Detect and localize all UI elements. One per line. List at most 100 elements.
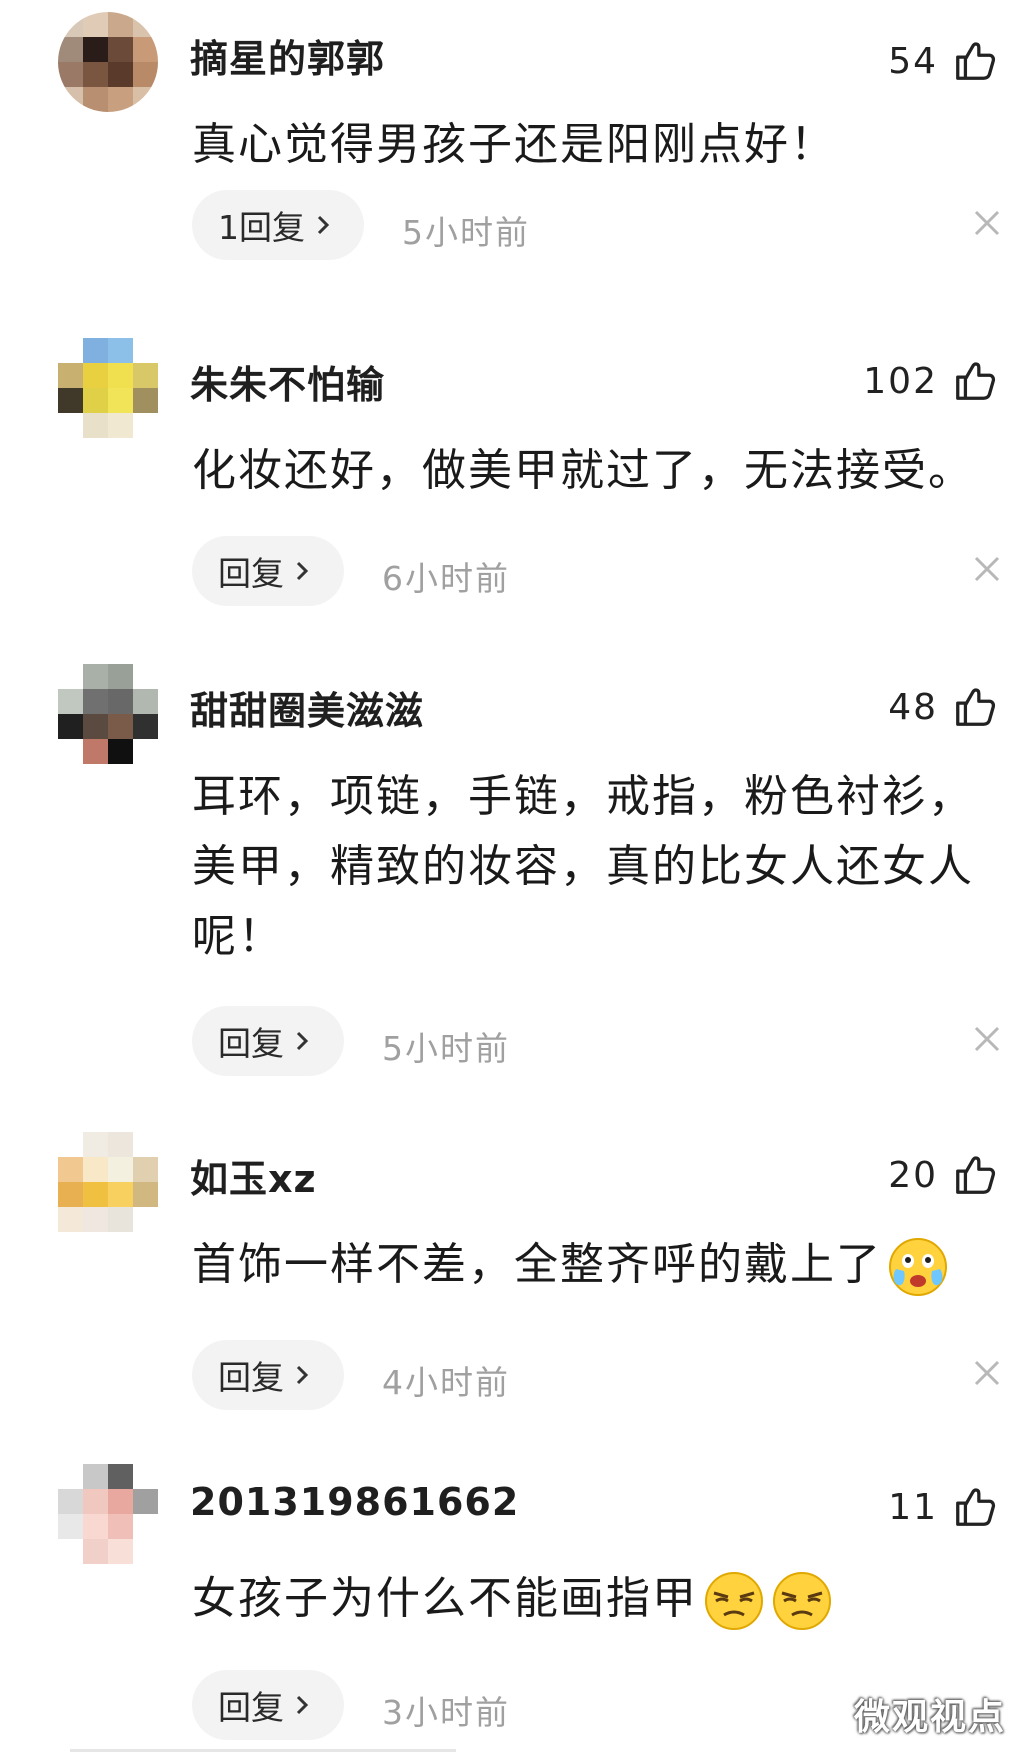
avatar-pixel: [133, 1132, 158, 1157]
avatar-pixel: [58, 1182, 83, 1207]
close-icon[interactable]: [972, 1358, 1002, 1388]
reply-button[interactable]: 1回复: [192, 190, 364, 260]
avatar-pixel: [108, 1157, 133, 1182]
timestamp: 6小时前: [382, 559, 510, 598]
username[interactable]: 201319861662: [190, 1480, 519, 1524]
avatar-pixel: [108, 37, 133, 62]
avatar-pixel: [133, 363, 158, 388]
username[interactable]: 甜甜圈美滋滋: [190, 680, 424, 735]
avatar-pixel: [108, 1539, 133, 1564]
comment-item: 甜甜圈美滋滋 48 耳环，项链，手链，戒指，粉色衬衫，美甲，精致的妆容，真的比女…: [0, 664, 1016, 1084]
thumbs-up-icon[interactable]: [952, 684, 998, 730]
timestamp: 5小时前: [402, 213, 530, 252]
comment-text-content: 首饰一样不差，全整齐呼的戴上了: [192, 1239, 882, 1290]
reply-label: 回复: [218, 554, 284, 593]
avatar-pixel: [58, 1157, 83, 1182]
avatar-pixel: [83, 664, 108, 689]
avatar-pixel: [83, 714, 108, 739]
avatar-pixel: [108, 338, 133, 363]
avatar-pixel: [83, 1157, 108, 1182]
avatar-pixel: [108, 413, 133, 438]
like-count: 54: [888, 40, 938, 82]
like-count: 20: [888, 1154, 938, 1196]
close-icon[interactable]: [972, 208, 1002, 238]
avatar[interactable]: [58, 12, 158, 112]
comment-text-content: 女孩子为什么不能画指甲: [192, 1573, 698, 1624]
avatar-pixel: [83, 1464, 108, 1489]
close-icon[interactable]: [972, 1024, 1002, 1054]
avatar-pixel: [58, 1539, 83, 1564]
avatar-pixel: [83, 739, 108, 764]
smirk-emoji-icon: [773, 1572, 831, 1630]
reply-button[interactable]: 回复: [192, 1670, 344, 1740]
avatar-pixel: [58, 1489, 83, 1514]
like-button[interactable]: 54: [888, 34, 998, 88]
avatar-pixel: [108, 689, 133, 714]
avatar-pixel: [83, 363, 108, 388]
comment-item: 摘星的郭郭 54 真心觉得男孩子还是阳刚点好！ 1回复 5小时前: [0, 12, 1016, 282]
chevron-right-icon: [317, 215, 330, 235]
timestamp: 3小时前: [382, 1693, 510, 1732]
close-icon[interactable]: [972, 554, 1002, 584]
avatar-pixel: [58, 1464, 83, 1489]
avatar-pixel: [133, 87, 158, 112]
username[interactable]: 如玉xz: [190, 1148, 317, 1203]
avatar-pixel: [83, 1207, 108, 1232]
comment-text: 首饰一样不差，全整齐呼的戴上了: [192, 1230, 1002, 1300]
comment-item: 如玉xz 20 首饰一样不差，全整齐呼的戴上了 回复 4小时前: [0, 1132, 1016, 1422]
avatar-pixel: [58, 1207, 83, 1232]
avatar-pixel: [133, 664, 158, 689]
reply-button[interactable]: 回复: [192, 1006, 344, 1076]
avatar-pixel: [58, 1132, 83, 1157]
avatar-pixel: [108, 1132, 133, 1157]
comment-text: 化妆还好，做美甲就过了，无法接受。: [192, 445, 974, 496]
avatar-pixel: [108, 87, 133, 112]
like-button[interactable]: 102: [863, 354, 998, 408]
thumbs-up-icon[interactable]: [952, 38, 998, 84]
username[interactable]: 朱朱不怕输: [190, 354, 385, 409]
avatar[interactable]: [58, 338, 158, 438]
avatar-pixel: [133, 739, 158, 764]
thumbs-up-icon[interactable]: [952, 1484, 998, 1530]
like-count: 102: [863, 360, 938, 402]
avatar-pixel: [108, 739, 133, 764]
comment-text: 女孩子为什么不能画指甲: [192, 1564, 1002, 1634]
avatar-pixel: [83, 689, 108, 714]
reply-label: 回复: [218, 1358, 284, 1397]
avatar-pixel: [83, 338, 108, 363]
avatar-pixel: [83, 37, 108, 62]
avatar-pixel: [83, 62, 108, 87]
avatar-pixel: [108, 714, 133, 739]
watermark: 微观视点: [853, 1697, 1006, 1738]
avatar-pixel: [133, 37, 158, 62]
avatar-pixel: [133, 1464, 158, 1489]
avatar-pixel: [108, 363, 133, 388]
avatar-pixel: [133, 1182, 158, 1207]
avatar-pixel: [83, 12, 108, 37]
like-count: 48: [888, 686, 938, 728]
avatar-pixel: [83, 1514, 108, 1539]
thumbs-up-icon[interactable]: [952, 1152, 998, 1198]
avatar[interactable]: [58, 1464, 158, 1564]
avatar[interactable]: [58, 1132, 158, 1232]
avatar-pixel: [58, 363, 83, 388]
avatar-pixel: [108, 1464, 133, 1489]
thumbs-up-icon[interactable]: [952, 358, 998, 404]
like-button[interactable]: 11: [888, 1480, 998, 1534]
avatar-pixel: [108, 388, 133, 413]
avatar-pixel: [83, 1182, 108, 1207]
avatar-pixel: [108, 1489, 133, 1514]
reply-button[interactable]: 回复: [192, 536, 344, 606]
avatar-pixel: [133, 1207, 158, 1232]
reply-button[interactable]: 回复: [192, 1340, 344, 1410]
like-button[interactable]: 48: [888, 680, 998, 734]
avatar-pixel: [58, 62, 83, 87]
like-button[interactable]: 20: [888, 1148, 998, 1202]
chevron-right-icon: [296, 561, 309, 581]
username[interactable]: 摘星的郭郭: [190, 28, 385, 83]
avatar-pixel: [83, 413, 108, 438]
avatar[interactable]: [58, 664, 158, 764]
avatar-pixel: [133, 689, 158, 714]
avatar-pixel: [133, 62, 158, 87]
chevron-right-icon: [296, 1031, 309, 1051]
